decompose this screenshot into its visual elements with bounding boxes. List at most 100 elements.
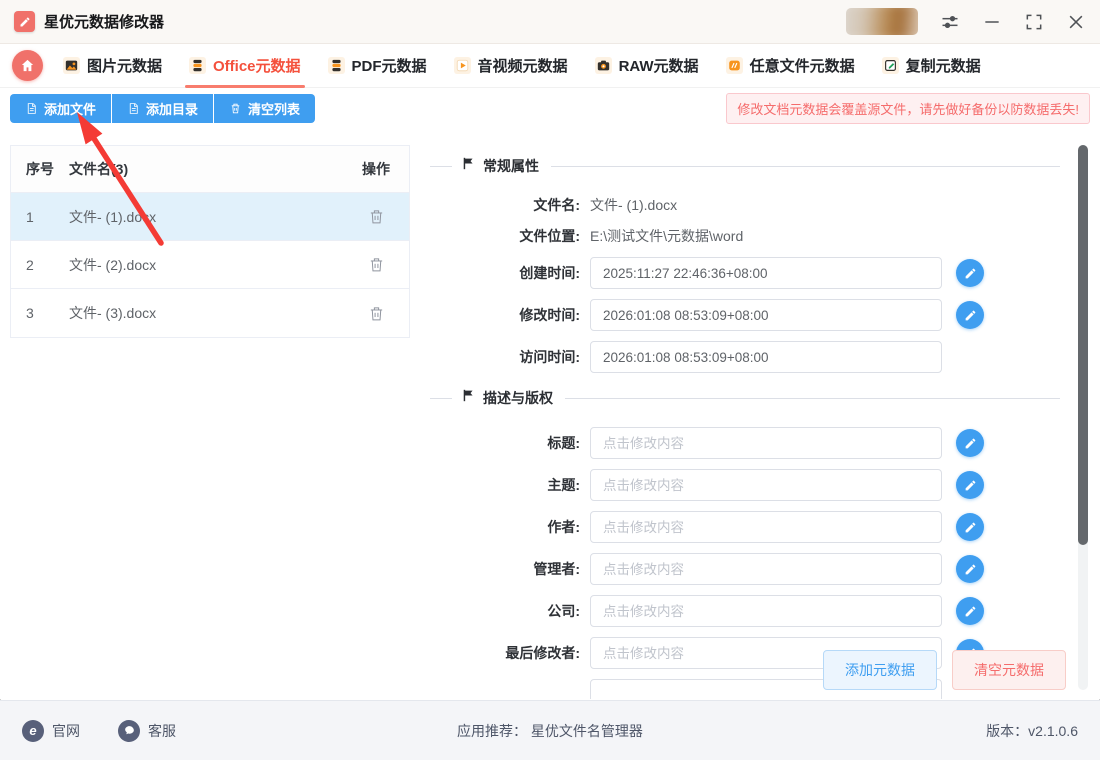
divider (430, 398, 452, 399)
add-directory-label: 添加目录 (146, 99, 198, 118)
clear-list-label: 清空列表 (248, 99, 300, 118)
last-modifier-field-label: 最后修改者: (430, 643, 580, 663)
website-e-icon: e (22, 720, 44, 742)
office-metadata-icon (189, 57, 206, 74)
modify-time-input[interactable] (590, 299, 942, 331)
company-input[interactable] (590, 595, 942, 627)
tab-label: 图片元数据 (87, 55, 162, 76)
row-filename: 文件- (1).docx (69, 207, 343, 227)
file-location-label: 文件位置: (430, 226, 580, 246)
image-metadata-icon (63, 57, 80, 74)
access-time-input[interactable] (590, 341, 942, 373)
column-header-index: 序号 (11, 159, 69, 179)
delete-row-icon[interactable] (368, 305, 385, 322)
footer: e 官网 客服 应用推荐： 星优文件名管理器 版本：v2.1.0.6 (0, 700, 1100, 760)
row-index: 2 (11, 257, 69, 273)
section-title: 常规属性 (483, 156, 539, 176)
backup-warning-text: 修改文档元数据会覆盖源文件，请先做好备份以防数据丢失! (726, 93, 1090, 124)
file-name-value: 文件- (1).docx (590, 195, 677, 215)
tab-label: 音视频元数据 (478, 55, 568, 76)
subject-field-label: 主题: (430, 475, 580, 495)
section-general-properties: 常规属性 (430, 156, 1090, 176)
vertical-scrollbar[interactable] (1078, 145, 1088, 690)
delete-row-icon[interactable] (368, 256, 385, 273)
row-index: 3 (11, 305, 69, 321)
home-button[interactable] (12, 50, 43, 81)
column-header-action: 操作 (343, 159, 409, 179)
app-title: 星优元数据修改器 (44, 11, 164, 32)
access-time-label: 访问时间: (430, 347, 580, 367)
tab-label: 任意文件元数据 (750, 55, 855, 76)
customer-service-link[interactable]: 客服 (118, 720, 176, 742)
create-time-label: 创建时间: (430, 263, 580, 283)
tab-pdf-metadata[interactable]: PDF元数据 (328, 44, 427, 88)
website-label: 官网 (52, 721, 80, 741)
manager-input[interactable] (590, 553, 942, 585)
delete-row-icon[interactable] (368, 208, 385, 225)
tab-av-metadata[interactable]: 音视频元数据 (454, 44, 568, 88)
toolbar-button-group: 添加文件 添加目录 清空列表 (10, 94, 315, 123)
edit-title-button[interactable] (956, 429, 984, 457)
customer-service-label: 客服 (148, 721, 176, 741)
add-file-button[interactable]: 添加文件 (10, 94, 111, 123)
toolbar: 添加文件 添加目录 清空列表 修改文档元数据会覆盖源文件，请先做好备份以防数据丢… (0, 88, 1100, 128)
flag-icon (462, 389, 475, 407)
tab-label: RAW元数据 (619, 55, 699, 76)
chat-bubble-icon (118, 720, 140, 742)
version-text: 版本：v2.1.0.6 (986, 721, 1078, 741)
tab-label: PDF元数据 (352, 55, 427, 76)
author-input[interactable] (590, 511, 942, 543)
tab-anyfile-metadata[interactable]: 任意文件元数据 (726, 44, 855, 88)
tab-bar: 图片元数据 Office元数据 PDF元数据 音视频元数据 RAW元数据 (0, 44, 1100, 88)
app-logo-icon (14, 11, 35, 32)
author-field-label: 作者: (430, 517, 580, 537)
form-action-buttons: 添加元数据 清空元数据 (823, 650, 1066, 690)
close-button[interactable] (1066, 12, 1086, 32)
clear-list-button[interactable]: 清空列表 (214, 94, 315, 123)
create-time-input[interactable] (590, 257, 942, 289)
add-metadata-button[interactable]: 添加元数据 (823, 650, 937, 690)
table-row-file-3[interactable]: 3 文件- (3).docx (11, 289, 409, 337)
edit-author-button[interactable] (956, 513, 984, 541)
title-field-label: 标题: (430, 433, 580, 453)
tab-label: Office元数据 (213, 55, 301, 76)
clear-metadata-button[interactable]: 清空元数据 (952, 650, 1066, 690)
add-directory-button[interactable]: 添加目录 (112, 94, 213, 123)
minimize-button[interactable] (982, 12, 1002, 32)
edit-subject-button[interactable] (956, 471, 984, 499)
tab-raw-metadata[interactable]: RAW元数据 (595, 44, 699, 88)
table-row-file-1[interactable]: 1 文件- (1).docx (11, 193, 409, 241)
edit-create-time-button[interactable] (956, 259, 984, 287)
app-window: 星优元数据修改器 图片元数据 (0, 0, 1100, 760)
subject-input[interactable] (590, 469, 942, 501)
tab-image-metadata[interactable]: 图片元数据 (63, 44, 162, 88)
maximize-button[interactable] (1024, 12, 1044, 32)
tab-copy-metadata[interactable]: 复制元数据 (882, 44, 981, 88)
title-input[interactable] (590, 427, 942, 459)
edit-company-button[interactable] (956, 597, 984, 625)
settings-sliders-icon[interactable] (940, 12, 960, 32)
add-file-label: 添加文件 (44, 99, 96, 118)
flag-icon (462, 157, 475, 175)
tab-office-metadata[interactable]: Office元数据 (189, 44, 301, 88)
column-header-filename: 文件名(3) (69, 159, 343, 179)
row-index: 1 (11, 209, 69, 225)
table-row-file-2[interactable]: 2 文件- (2).docx (11, 241, 409, 289)
file-list-table: 序号 文件名(3) 操作 1 文件- (1).docx 2 文件- (2).do… (10, 145, 410, 338)
tab-label: 复制元数据 (906, 55, 981, 76)
main-content: 序号 文件名(3) 操作 1 文件- (1).docx 2 文件- (2).do… (0, 128, 1100, 699)
row-filename: 文件- (2).docx (69, 255, 343, 275)
scrollbar-thumb[interactable] (1078, 145, 1088, 545)
pdf-metadata-icon (328, 57, 345, 74)
official-website-link[interactable]: e 官网 (22, 720, 80, 742)
titlebar: 星优元数据修改器 (0, 0, 1100, 44)
section-title: 描述与版权 (483, 388, 553, 408)
section-description-copyright: 描述与版权 (430, 388, 1090, 408)
edit-modify-time-button[interactable] (956, 301, 984, 329)
av-metadata-icon (454, 57, 471, 74)
divider (551, 166, 1060, 167)
user-account-badge (846, 8, 918, 35)
manager-field-label: 管理者: (430, 559, 580, 579)
copy-metadata-icon (882, 57, 899, 74)
edit-manager-button[interactable] (956, 555, 984, 583)
